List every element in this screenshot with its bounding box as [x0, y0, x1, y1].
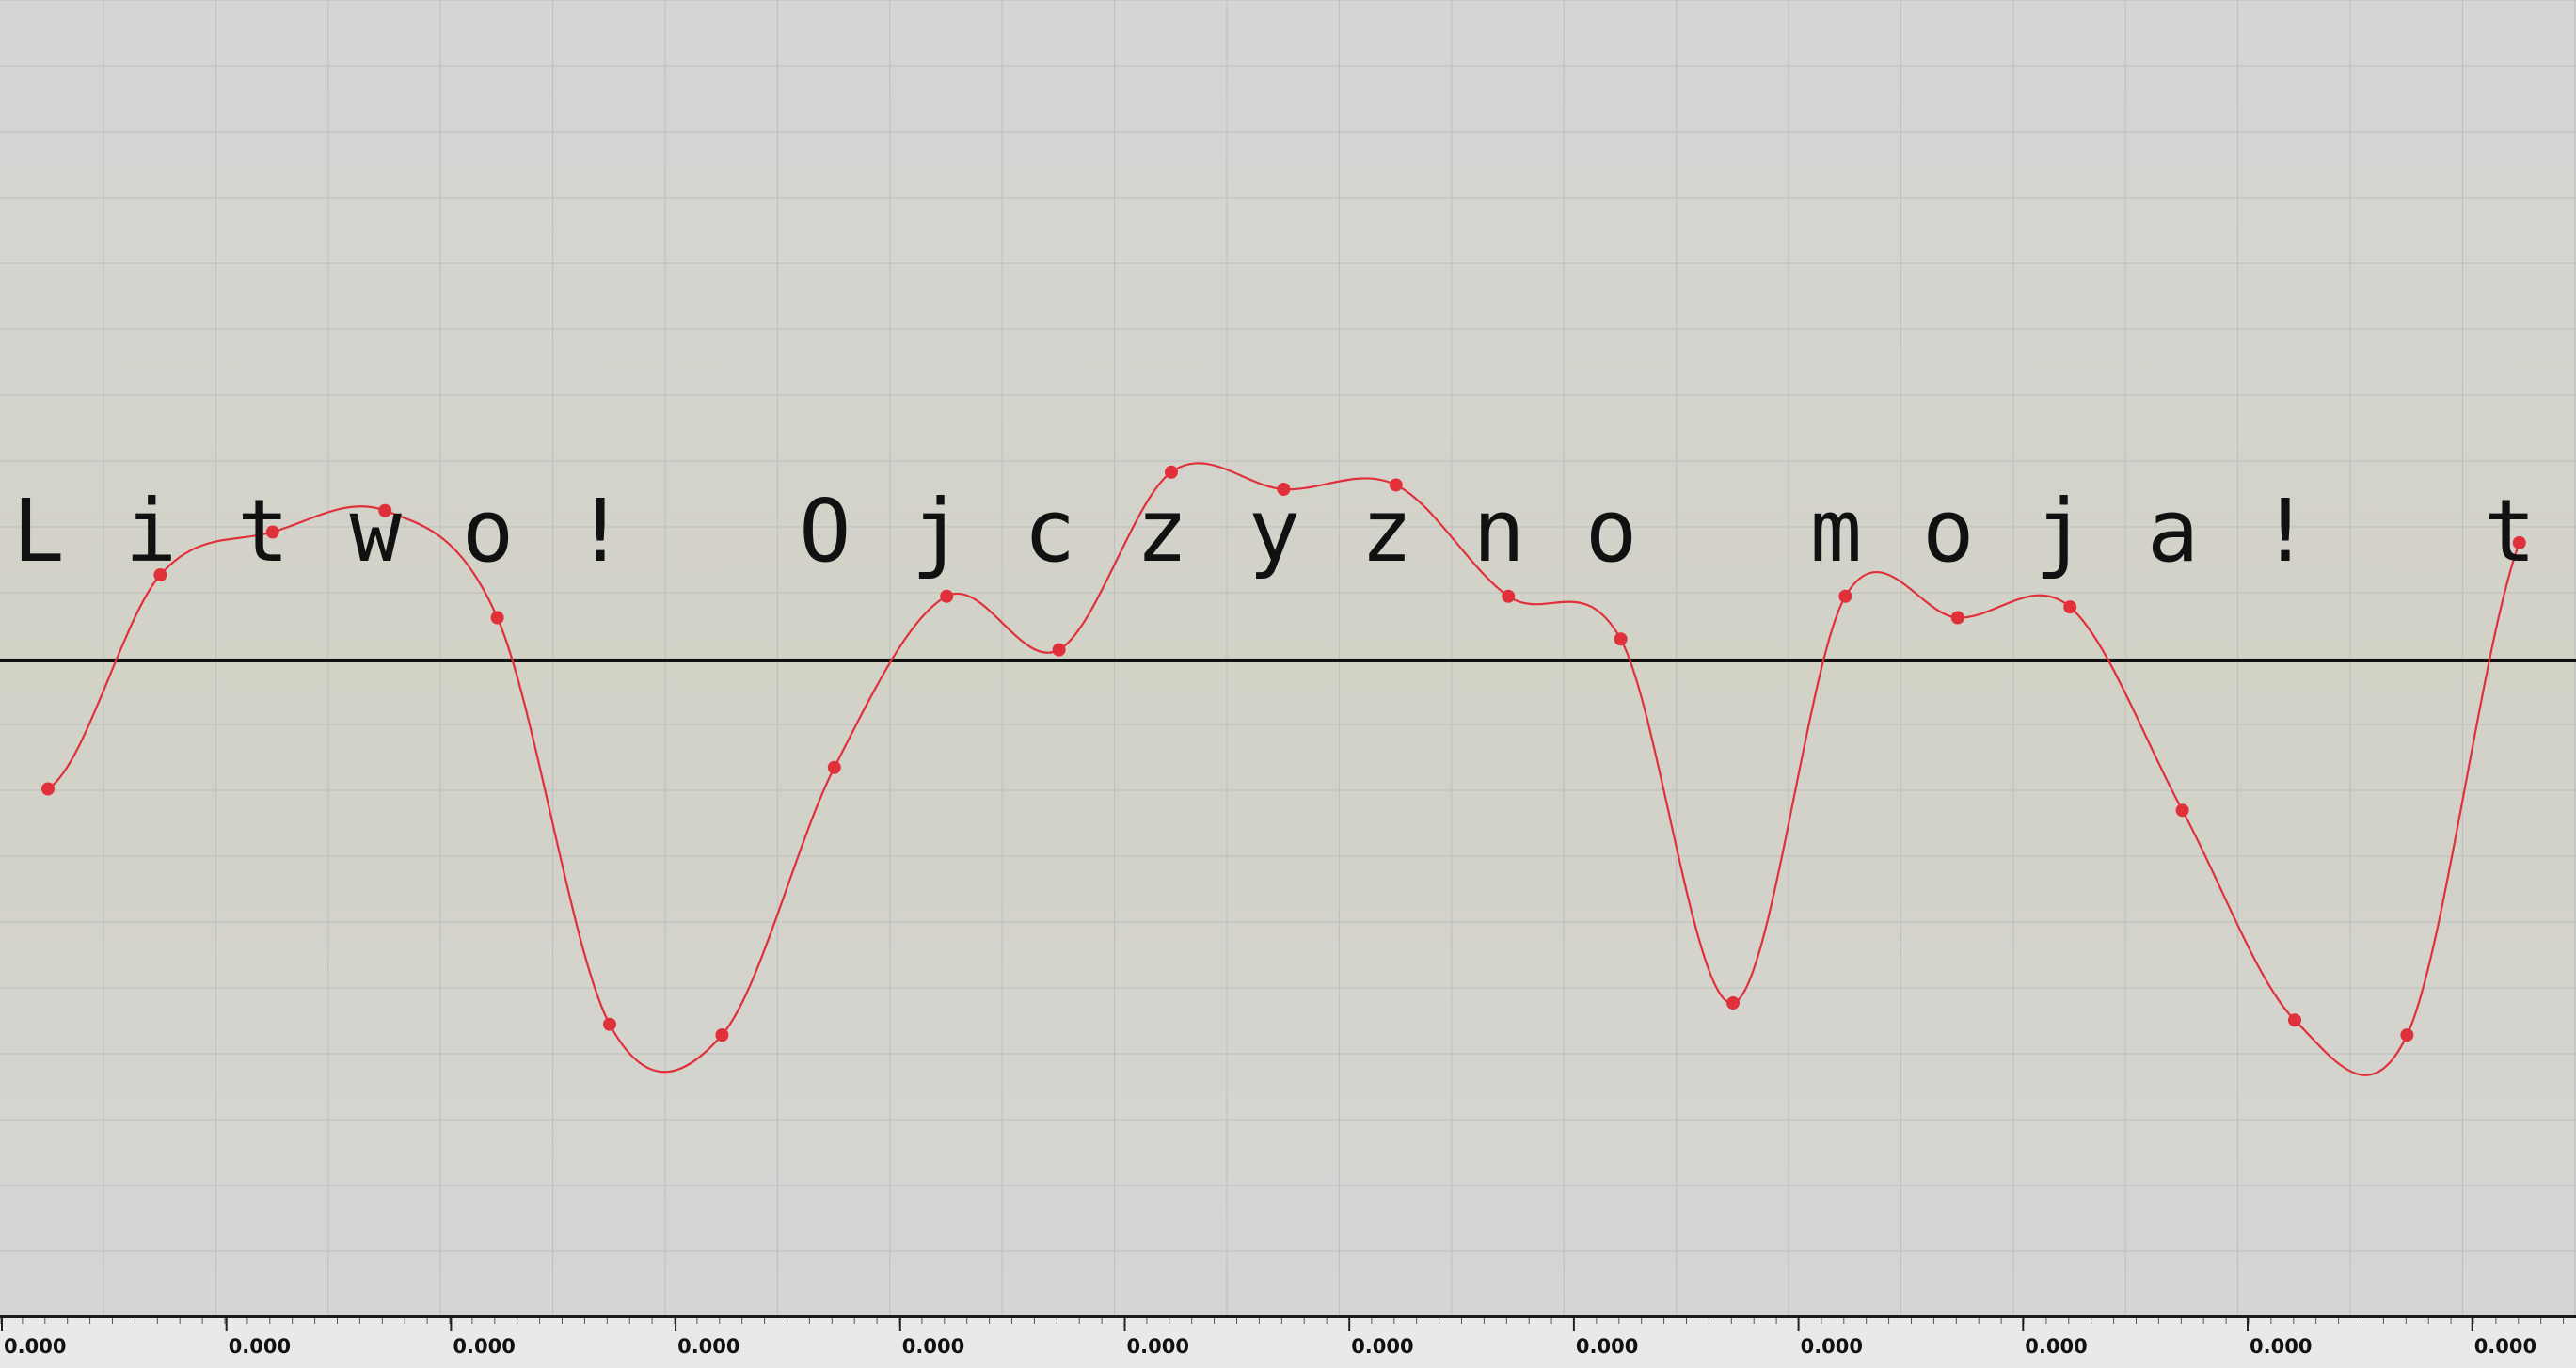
time-ruler[interactable]: 0.000 0.000 0.000 0.000 0.000 0.000 0.000 0.000…	[0, 1315, 2576, 1368]
ruler-ticks	[0, 1318, 2565, 1331]
ruler-tick-label: 0.000	[4, 1335, 67, 1358]
curve-editor-viewport[interactable]: Li t w o! Oj c z y z n o m o j a! t 0.000 0.000 0.000 0.00…	[0, 0, 2576, 1368]
keypoint-handle[interactable]	[2400, 1028, 2414, 1042]
ruler-tick-label: 0.000	[453, 1335, 516, 1358]
keypoint-handle[interactable]	[2512, 535, 2526, 549]
curve-graph[interactable]	[0, 0, 2576, 1368]
keypoint-handle[interactable]	[1165, 465, 1178, 479]
keypoint-handle[interactable]	[490, 611, 504, 625]
keypoint-handle[interactable]	[1502, 589, 1516, 603]
ruler-tick-label: 0.000	[2473, 1335, 2537, 1358]
grid-lines	[0, 0, 2576, 1315]
keypoint-handle[interactable]	[1614, 632, 1628, 646]
ruler-tick-label: 0.000	[1575, 1335, 1639, 1358]
ruler-tick-label: 0.000	[228, 1335, 292, 1358]
keypoint-handle[interactable]	[2288, 1013, 2301, 1027]
keypoint-handle[interactable]	[1950, 611, 1964, 625]
keypoint-handle[interactable]	[153, 568, 167, 581]
ruler-tick-label: 0.000	[1800, 1335, 1864, 1358]
ruler-tick-label: 0.000	[2025, 1335, 2088, 1358]
keypoint-handle[interactable]	[603, 1017, 616, 1031]
keypoint-handle[interactable]	[940, 589, 954, 603]
keypoint-handle[interactable]	[2063, 600, 2077, 614]
keypoint-handle[interactable]	[41, 782, 55, 796]
keypoint-handle[interactable]	[265, 525, 279, 539]
ruler-tick-label: 0.000	[2250, 1335, 2313, 1358]
keypoint-handle[interactable]	[827, 760, 841, 774]
keypoint-handle[interactable]	[1052, 643, 1066, 657]
animation-curve[interactable]	[47, 462, 2520, 1076]
ruler-tick-label: 0.000	[901, 1335, 965, 1358]
keypoint-handle[interactable]	[378, 503, 392, 517]
ruler-tick-label: 0.000	[677, 1335, 740, 1358]
ruler-tick-label: 0.000	[1351, 1335, 1414, 1358]
keypoint-handle[interactable]	[715, 1028, 729, 1042]
keypoint-handle[interactable]	[1838, 589, 1852, 603]
keypoint-handle[interactable]	[1389, 478, 1403, 492]
keypoint-handle[interactable]	[1726, 996, 1740, 1010]
ruler-tick-label: 0.000	[1126, 1335, 1189, 1358]
keypoint-handle[interactable]	[2175, 803, 2189, 818]
keypoint-handle[interactable]	[1277, 483, 1291, 496]
